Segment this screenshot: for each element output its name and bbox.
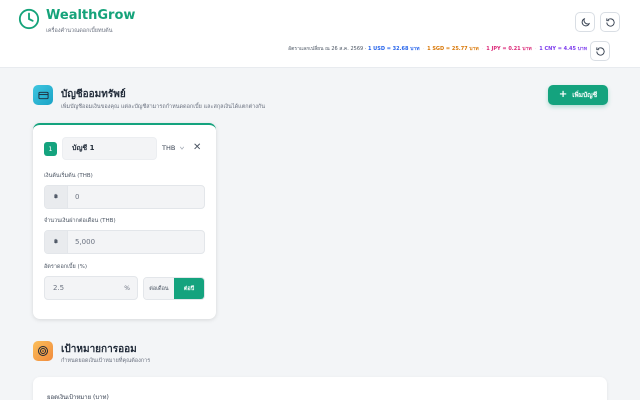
goal-card: ยอดเงินเป้าหมาย (บาท)	[33, 377, 607, 400]
remove-account-icon[interactable]: ✕	[193, 143, 201, 153]
brand-tagline: เครื่องคำนวณดอกเบี้ยทบต้น	[46, 28, 113, 34]
brand-title: WealthGrow	[46, 8, 136, 23]
percent-unit: %	[124, 285, 130, 292]
initial-amount-field[interactable]: ฿ 0	[44, 185, 205, 209]
target-icon	[33, 341, 53, 361]
period-monthly-option[interactable]: ต่อเดือน	[144, 278, 174, 299]
rate-period-toggle[interactable]: ต่อเดือน ต่อปี	[143, 277, 205, 300]
initial-label: เงินต้นเริ่มต้น (THB)	[44, 173, 93, 179]
rate-jpy: 1 JPY = 0.21 บาท	[486, 46, 532, 52]
accounts-subtitle: เพิ่มบัญชีออมเงินของคุณ แต่ละบัญชีสามารถ…	[61, 104, 266, 110]
goal-subtitle: กำหนดยอดเงินเป้าหมายที่คุณต้องการ	[61, 358, 151, 364]
period-yearly-option[interactable]: ต่อปี	[174, 278, 204, 299]
card-icon	[33, 85, 53, 105]
theme-toggle-button[interactable]	[575, 12, 595, 32]
rates-prefix: อัตราแลกเปลี่ยน ณ 26 ส.ค. 2569 ·	[288, 46, 368, 52]
app-header: WealthGrow เครื่องคำนวณดอกเบี้ยทบต้น อัต…	[0, 0, 640, 68]
reset-button[interactable]	[600, 12, 620, 32]
chevron-down-icon[interactable]	[179, 145, 185, 151]
reset-icon	[605, 17, 615, 27]
currency-select[interactable]: THB	[162, 144, 175, 152]
baht-prefix: ฿	[45, 186, 68, 208]
moon-icon	[581, 17, 590, 26]
rate-usd: 1 USD = 32.68 บาท	[367, 46, 420, 52]
goal-amount-label: ยอดเงินเป้าหมาย (บาท)	[47, 394, 109, 400]
add-account-label: เพิ่มบัญชี	[572, 91, 598, 99]
baht-prefix: ฿	[45, 231, 68, 253]
accounts-title: บัญชีออมทรัพย์	[61, 89, 126, 100]
rate-label: อัตราดอกเบี้ย (%)	[44, 264, 87, 270]
plus-icon: +	[558, 89, 568, 100]
add-account-button[interactable]: + เพิ่มบัญชี	[548, 85, 608, 105]
account-number-badge: 1	[44, 142, 57, 156]
rate-cny: 1 CNY = 4.45 บาท	[539, 46, 587, 52]
clock-logo-icon	[18, 8, 40, 30]
interest-rate-field[interactable]: 2.5 %	[44, 276, 138, 300]
monthly-label: จำนวนเงินฝากต่อเดือน (THB)	[44, 218, 116, 224]
refresh-icon	[595, 46, 605, 56]
monthly-deposit-field[interactable]: ฿ 5,000	[44, 230, 205, 254]
monthly-deposit-value[interactable]: 5,000	[68, 231, 204, 253]
account-card: 1 บัญชี 1 THB ✕ เงินต้นเริ่มต้น (THB) ฿ …	[33, 123, 216, 319]
account-name-input[interactable]: บัญชี 1	[62, 137, 157, 160]
initial-amount-value[interactable]: 0	[68, 186, 204, 208]
interest-rate-value[interactable]: 2.5	[53, 284, 64, 292]
exchange-rates: อัตราแลกเปลี่ยน ณ 26 ส.ค. 2569 · 1 USD =…	[288, 46, 587, 52]
goal-title: เป้าหมายการออม	[61, 344, 137, 355]
refresh-rates-button[interactable]	[590, 41, 610, 61]
rate-sgd: 1 SGD = 25.77 บาท	[427, 46, 479, 52]
